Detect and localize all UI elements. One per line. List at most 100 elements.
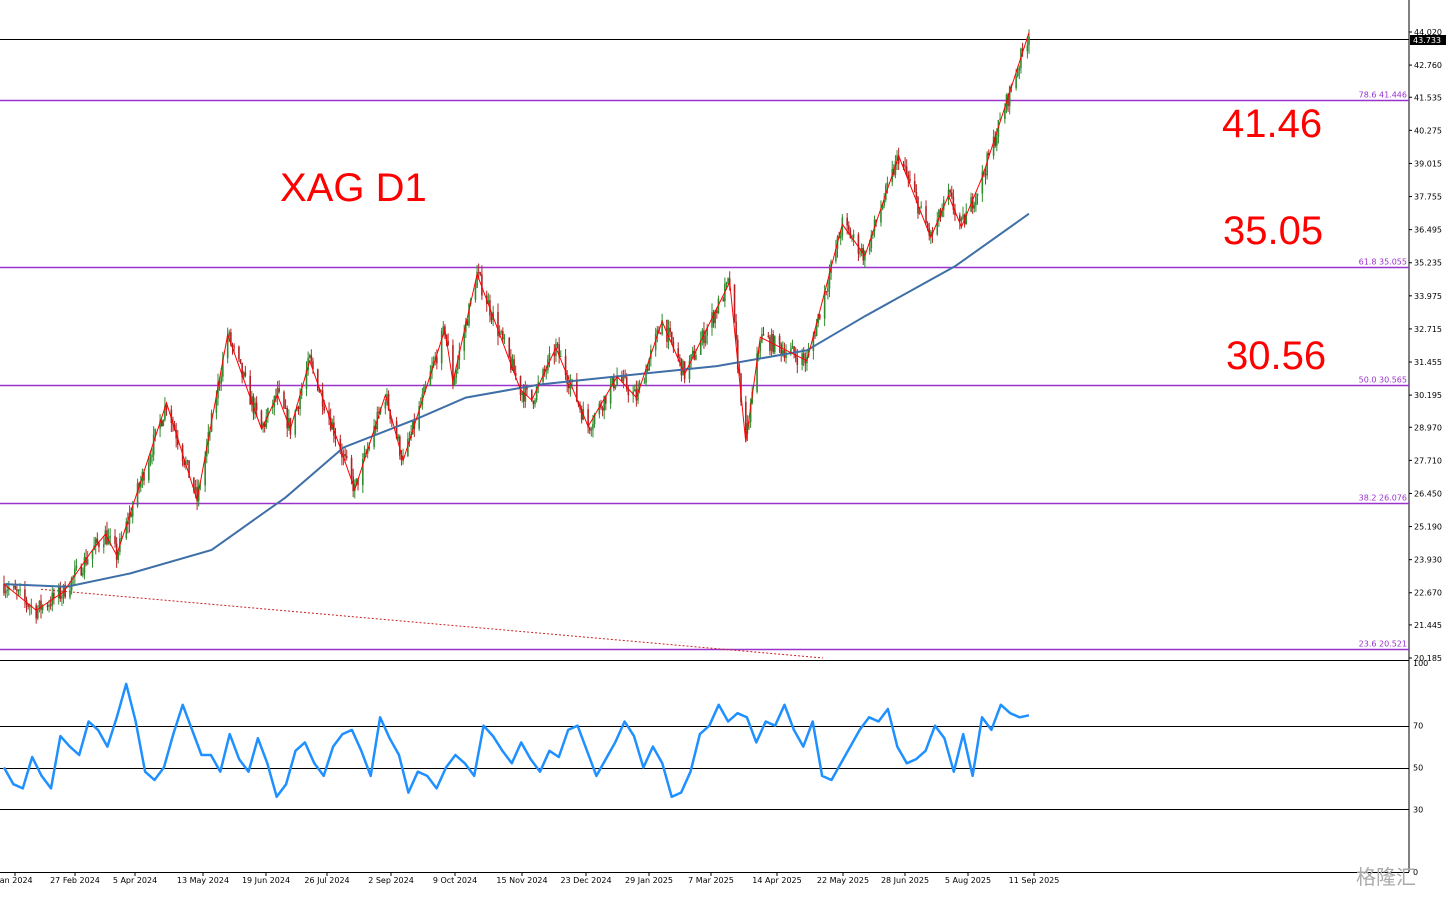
candle-body	[814, 335, 816, 337]
candle-body	[857, 234, 860, 254]
candle-body	[83, 557, 86, 574]
date-tick-label: 28 Jun 2025	[881, 876, 929, 885]
candle-body	[220, 376, 223, 384]
candle-body	[17, 590, 20, 592]
candle-body	[950, 192, 953, 197]
price-tick-label: 39.015	[1414, 159, 1442, 168]
candle-body	[75, 565, 78, 569]
candle-body	[477, 271, 480, 273]
candle-body	[310, 355, 313, 362]
candle-body	[186, 460, 189, 462]
candle-body	[915, 191, 918, 198]
price-tick-label: 36.495	[1414, 226, 1442, 235]
candle-body	[1015, 76, 1017, 89]
candle-body	[4, 590, 7, 594]
candle-body	[725, 282, 728, 285]
candle-body	[769, 336, 771, 351]
candle-body	[36, 609, 39, 619]
candle-body	[284, 407, 287, 409]
candle-body	[466, 321, 469, 326]
candle-body	[154, 428, 157, 435]
candle-body	[704, 335, 707, 344]
candle-body	[82, 573, 84, 576]
price-tick-label: 37.755	[1414, 193, 1442, 202]
candle-body	[244, 372, 247, 376]
price-tick-label: 27.710	[1414, 456, 1442, 465]
fib-level-label: 78.6 41.446	[1359, 91, 1407, 100]
price-tick-label: 35.235	[1414, 259, 1442, 268]
candle-body	[614, 384, 617, 389]
price-tick-label: 21.445	[1414, 621, 1442, 630]
candle-body	[24, 589, 26, 600]
current-price-label: 43.733	[1413, 36, 1441, 45]
candle-body	[796, 357, 799, 365]
candle-body	[959, 215, 961, 222]
candle-body	[548, 353, 551, 359]
candle-body	[109, 536, 112, 538]
rsi-tick-label: 70	[1413, 722, 1423, 731]
candle-body	[57, 587, 60, 599]
candle-body	[909, 178, 911, 182]
candle-body	[521, 392, 523, 396]
candle-body	[3, 584, 5, 594]
candle-body	[886, 182, 889, 186]
date-tick-label: 22 May 2025	[817, 876, 869, 885]
candle-body	[722, 298, 725, 302]
candle-body	[49, 604, 52, 606]
candle-body	[48, 604, 50, 607]
watermark-logo: 格隆汇	[1356, 865, 1416, 889]
candle-body	[1026, 45, 1029, 52]
candle-body	[96, 538, 99, 543]
chart-root: 78.6 41.446 61.8 35.055 50.0 30.565 38.2 26…	[0, 0, 1452, 897]
candle-body	[847, 225, 850, 231]
candle-body	[1004, 110, 1006, 120]
candle-body	[297, 406, 300, 410]
candle-body	[827, 288, 829, 292]
price-tick-label: 25.190	[1414, 523, 1442, 532]
price-tick-label: 23.930	[1414, 556, 1442, 565]
candle-body	[925, 206, 927, 224]
date-tick-label: 26 Jul 2024	[304, 876, 349, 885]
rsi-tick-label: 100	[1413, 659, 1428, 668]
candle-body	[868, 248, 871, 252]
candle-body	[733, 284, 736, 322]
candle-body	[16, 589, 18, 592]
candle-body	[659, 333, 662, 335]
candle-body	[350, 457, 353, 477]
candle-body	[436, 357, 438, 364]
candle-body	[19, 589, 21, 591]
candle-body	[839, 235, 842, 239]
candle-body	[442, 326, 445, 331]
candle-body	[691, 350, 694, 355]
candle-body	[695, 354, 697, 360]
candle-body	[27, 604, 29, 607]
candle-body	[479, 272, 482, 275]
candle-body	[727, 278, 729, 283]
candle-body	[973, 205, 976, 209]
candle-body	[567, 383, 570, 389]
candle-body	[532, 400, 535, 405]
candle-body	[260, 410, 263, 428]
candle-body	[308, 355, 311, 359]
candle-body	[592, 423, 594, 430]
candle-body	[646, 368, 649, 371]
date-tick-label: 5 Aug 2025	[945, 876, 991, 885]
price-tick-label: 30.195	[1414, 391, 1442, 400]
date-tick-label: 15 Nov 2024	[496, 876, 547, 885]
date-tick-label: 27 Feb 2024	[50, 876, 100, 885]
candle-body	[283, 391, 285, 408]
fib-level-label: 23.6 20.521	[1359, 640, 1407, 649]
candle-body	[559, 355, 562, 357]
candle-body	[104, 530, 107, 545]
price-tick-label: 40.275	[1414, 126, 1442, 135]
candle-body	[14, 586, 17, 590]
date-tick-label: Jan 2024	[0, 876, 33, 885]
candle-body	[233, 346, 235, 348]
date-tick-label: 19 Jun 2024	[242, 876, 290, 885]
candle-body	[780, 344, 782, 355]
candle-body	[905, 166, 908, 175]
candle-body	[556, 343, 559, 345]
candle-body	[601, 407, 604, 411]
candle-body	[323, 406, 326, 411]
fib-level-label: 50.0 30.565	[1359, 376, 1407, 385]
